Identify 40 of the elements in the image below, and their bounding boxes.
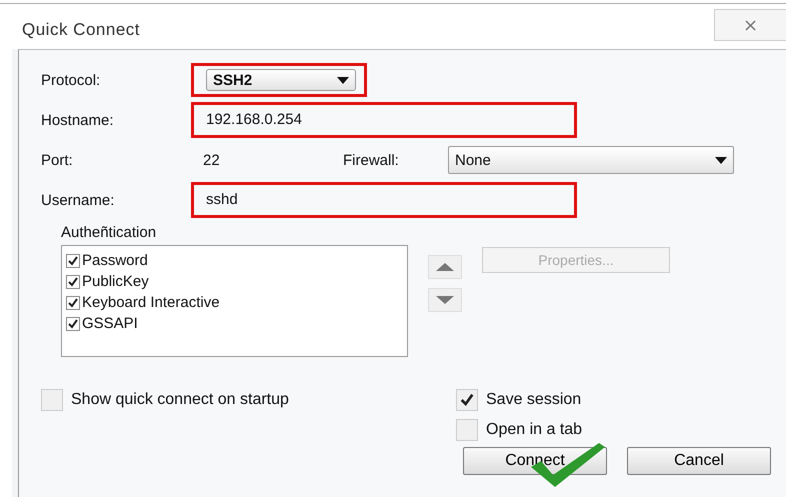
- field-label: Username:: [41, 192, 116, 208]
- checkbox[interactable]: [41, 389, 63, 411]
- caret-icon: [715, 156, 727, 164]
- field-label: Hostname:: [41, 112, 115, 128]
- tick-icon: [67, 296, 79, 308]
- list-item-label: Password: [82, 252, 148, 269]
- down-arrow-icon: [436, 296, 454, 304]
- window-title: Quick Connect: [22, 20, 140, 40]
- move-down-button[interactable]: [428, 288, 462, 312]
- checkbox[interactable]: [66, 296, 80, 310]
- checkbox-label: Save session: [486, 391, 582, 409]
- list-item-label: GSSAPI: [82, 315, 138, 332]
- caret-icon: [337, 76, 349, 84]
- hostname-field[interactable]: 192.168.0.254: [206, 108, 566, 132]
- checkbox[interactable]: [456, 419, 478, 441]
- group-label: Autheñtication: [61, 224, 158, 241]
- auth-method-list[interactable]: Password PublicKey Keyboard Interactive GSSAPI: [61, 245, 408, 357]
- tick-icon: [67, 318, 79, 330]
- up-arrow-icon: [436, 263, 454, 271]
- cancel-button[interactable]: Cancel: [627, 447, 771, 475]
- field-label: Port:: [41, 152, 74, 168]
- tick-icon: [459, 392, 475, 408]
- field-label: Protocol:: [41, 72, 102, 88]
- tick-icon: [67, 276, 79, 288]
- checkbox-label: Open in a tab: [486, 421, 582, 439]
- close-button[interactable]: ⨯: [714, 9, 786, 41]
- tick-icon: [67, 254, 79, 266]
- list-item-label: Keyboard Interactive: [82, 294, 220, 311]
- checkbox-label: Show quick connect on startup: [71, 391, 289, 409]
- move-up-button[interactable]: [428, 255, 462, 279]
- protocol-dropdown[interactable]: SSH2: [206, 69, 356, 91]
- checkbox[interactable]: [66, 254, 80, 268]
- checkbox[interactable]: [66, 274, 80, 288]
- username-field[interactable]: sshd: [206, 188, 566, 212]
- checkbox[interactable]: [66, 316, 80, 330]
- firewall-dropdown[interactable]: None: [448, 146, 734, 174]
- field-label: Firewall:: [343, 152, 400, 168]
- port-field[interactable]: 22: [203, 152, 343, 168]
- list-item-label: PublicKey: [82, 273, 149, 290]
- checkbox[interactable]: [456, 389, 478, 411]
